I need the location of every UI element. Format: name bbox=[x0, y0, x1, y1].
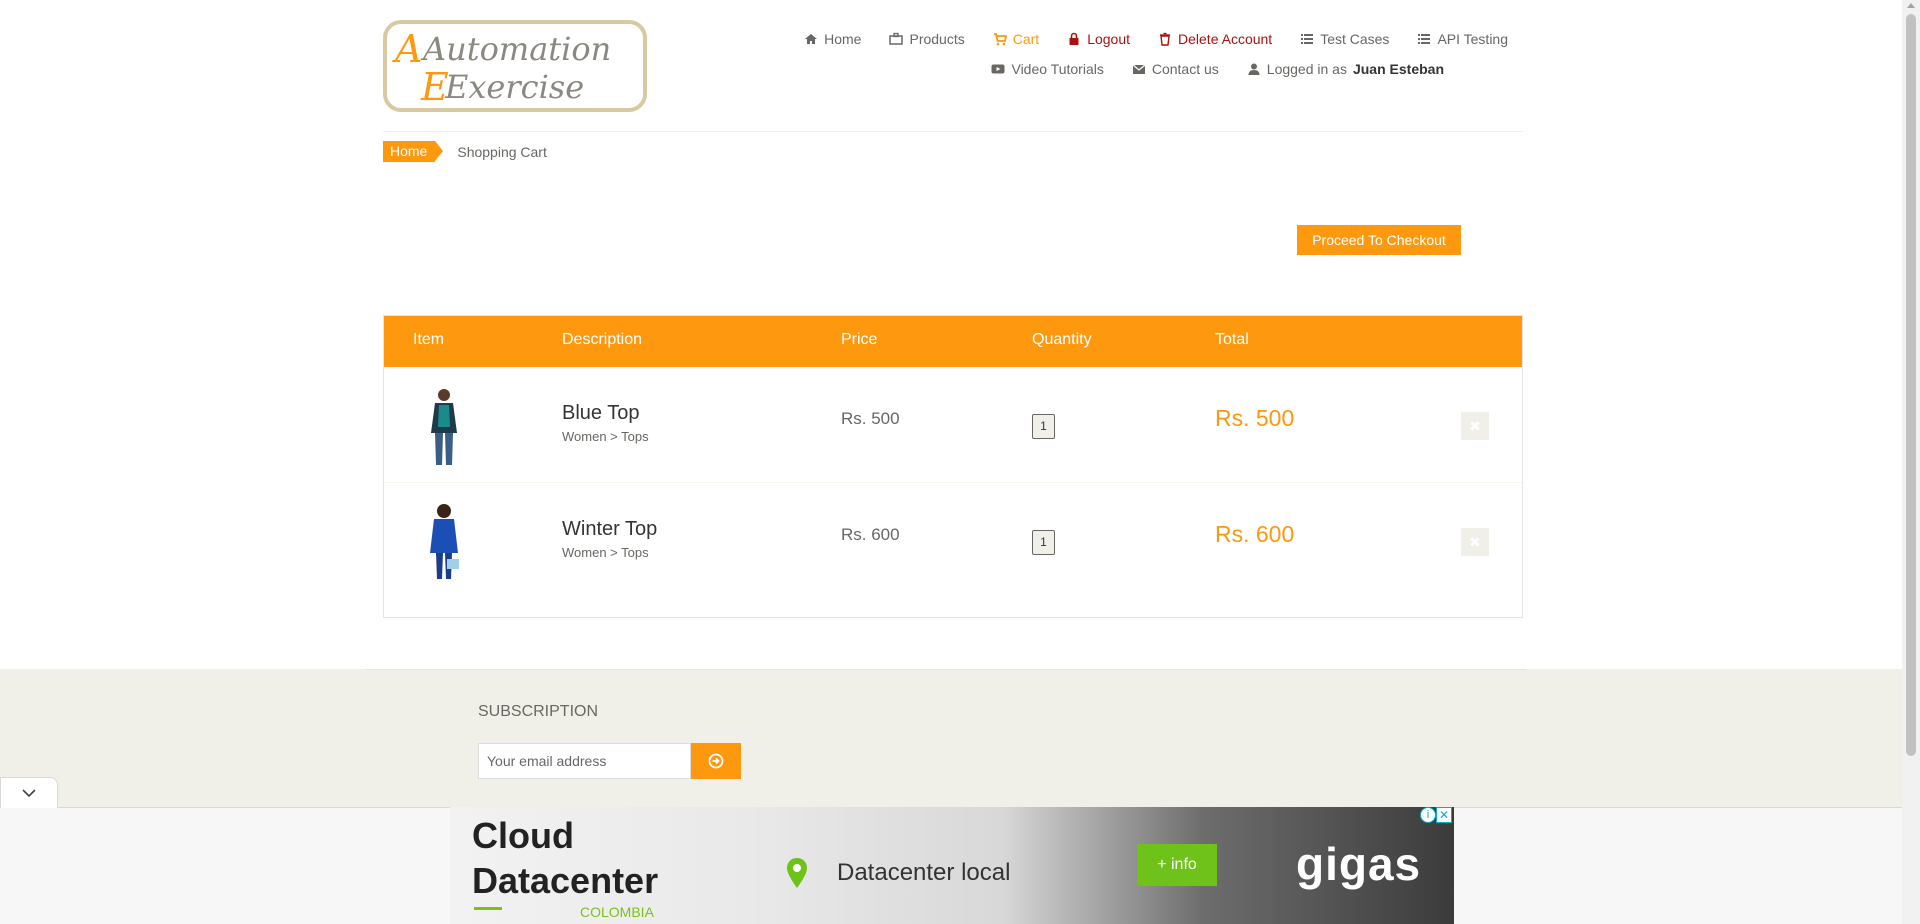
product-image[interactable] bbox=[414, 501, 474, 583]
logo-text-line1: Automation bbox=[420, 30, 611, 68]
subscription-email-input[interactable] bbox=[478, 743, 691, 779]
product-quantity: 1 bbox=[1032, 414, 1055, 439]
nav-api-testing-label: API Testing bbox=[1437, 31, 1508, 47]
breadcrumb-current: Shopping Cart bbox=[457, 143, 547, 160]
chevron-down-icon bbox=[22, 789, 36, 798]
list-icon bbox=[1301, 34, 1314, 44]
product-quantity: 1 bbox=[1032, 530, 1055, 555]
logo-letter-a: A bbox=[392, 27, 422, 71]
ad-banner[interactable]: Cloud Datacenter COLOMBIA Datacenter loc… bbox=[450, 807, 1454, 924]
breadcrumb: Home Shopping Cart bbox=[383, 141, 547, 162]
nav-contact-us[interactable]: Contact us bbox=[1132, 60, 1219, 78]
product-category: Women > Tops bbox=[562, 429, 649, 444]
product-price: Rs. 500 bbox=[841, 409, 900, 428]
nav-logout[interactable]: Logout bbox=[1067, 30, 1130, 48]
nav-test-cases[interactable]: Test Cases bbox=[1300, 30, 1389, 48]
nav-products[interactable]: Products bbox=[889, 30, 965, 48]
nav-row-primary: Home Products Cart Logout Delete Account… bbox=[804, 30, 1508, 48]
nav-cart-label: Cart bbox=[1012, 31, 1040, 47]
user-icon bbox=[1248, 63, 1260, 75]
header-total: Total bbox=[1215, 331, 1249, 348]
subscription-title: SUBSCRIPTION bbox=[478, 703, 599, 720]
scrollbar-thumb[interactable] bbox=[1906, 14, 1916, 756]
header-divider bbox=[383, 131, 1523, 132]
product-total: Rs. 600 bbox=[1215, 521, 1295, 547]
proceed-to-checkout-button[interactable]: Proceed To Checkout bbox=[1297, 225, 1461, 255]
ad-country: COLOMBIA bbox=[580, 904, 654, 920]
nav-logged-in: Logged in as Juan Esteban bbox=[1247, 60, 1444, 78]
product-name[interactable]: Blue Top bbox=[562, 402, 639, 425]
arrow-circle-right-icon bbox=[708, 753, 724, 769]
map-pin-icon bbox=[787, 858, 807, 888]
nav-video-tutorials-label: Video Tutorials bbox=[1011, 61, 1104, 77]
header-price: Price bbox=[841, 331, 878, 348]
main-nav: Home Products Cart Logout Delete Account… bbox=[804, 30, 1508, 78]
ad-accent-line bbox=[474, 907, 502, 910]
cart-table: Item Description Price Quantity Total Bl… bbox=[383, 315, 1523, 618]
ad-title: Cloud Datacenter bbox=[472, 813, 658, 903]
product-image[interactable] bbox=[414, 385, 474, 467]
ad-choices-icon[interactable]: i bbox=[1420, 807, 1436, 823]
trash-icon bbox=[1160, 32, 1171, 46]
nav-contact-us-label: Contact us bbox=[1151, 61, 1219, 77]
vertical-scrollbar[interactable] bbox=[1902, 0, 1920, 924]
breadcrumb-home-link[interactable]: Home bbox=[383, 141, 444, 162]
ad-title-line2: Datacenter bbox=[472, 860, 659, 901]
cart-table-header: Item Description Price Quantity Total bbox=[384, 316, 1522, 367]
header-description: Description bbox=[562, 331, 643, 348]
home-icon bbox=[805, 34, 818, 44]
nav-test-cases-label: Test Cases bbox=[1320, 31, 1390, 47]
nav-row-secondary: Video Tutorials Contact us Logged in as … bbox=[804, 60, 1444, 78]
ad-info-button[interactable]: + info bbox=[1137, 844, 1217, 886]
nav-delete-account-label: Delete Account bbox=[1178, 31, 1273, 47]
close-icon: ✖ bbox=[1469, 534, 1481, 550]
nav-home-label: Home bbox=[824, 31, 862, 47]
shopping-cart-icon bbox=[993, 33, 1007, 46]
nav-logout-label: Logout bbox=[1087, 31, 1131, 47]
list-icon bbox=[1418, 34, 1431, 44]
cart-row: Blue Top Women > Tops Rs. 500 1 Rs. 500 … bbox=[384, 367, 1522, 483]
logo-text-line2: Exercise bbox=[444, 68, 584, 106]
footer-divider bbox=[366, 669, 1526, 670]
nav-api-testing[interactable]: API Testing bbox=[1417, 30, 1508, 48]
nav-home[interactable]: Home bbox=[804, 30, 861, 48]
nav-delete-account[interactable]: Delete Account bbox=[1158, 30, 1272, 48]
product-price: Rs. 600 bbox=[841, 525, 900, 544]
page: A Automation E Exercise Home Products Ca… bbox=[0, 0, 1920, 924]
ad-close-icon[interactable]: ✕ bbox=[1436, 807, 1452, 823]
product-category: Women > Tops bbox=[562, 545, 649, 560]
briefcase-icon bbox=[889, 32, 904, 45]
nav-logged-in-label: Logged in as bbox=[1266, 61, 1347, 77]
delete-item-button[interactable]: ✖ bbox=[1461, 412, 1489, 440]
header-item: Item bbox=[413, 331, 445, 348]
site-logo[interactable]: A Automation E Exercise bbox=[383, 20, 647, 112]
ad-location-text: Datacenter local bbox=[837, 859, 1011, 886]
envelope-icon bbox=[1132, 64, 1146, 74]
nav-cart[interactable]: Cart bbox=[993, 30, 1039, 48]
ad-collapse-toggle[interactable] bbox=[0, 777, 58, 808]
ad-brand-logo: gigas bbox=[1296, 838, 1422, 890]
subscribe-button[interactable] bbox=[691, 743, 741, 779]
cart-row: Winter Top Women > Tops Rs. 600 1 Rs. 60… bbox=[384, 483, 1522, 599]
logged-in-username: Juan Esteban bbox=[1352, 61, 1444, 77]
delete-item-button[interactable]: ✖ bbox=[1461, 528, 1489, 556]
product-total: Rs. 500 bbox=[1215, 405, 1295, 431]
ad-title-line1: Cloud bbox=[472, 815, 574, 856]
nav-video-tutorials[interactable]: Video Tutorials bbox=[991, 60, 1104, 78]
header-quantity: Quantity bbox=[1032, 331, 1092, 348]
youtube-play-icon bbox=[991, 64, 1005, 74]
product-name[interactable]: Winter Top bbox=[562, 518, 657, 541]
nav-products-label: Products bbox=[909, 31, 965, 47]
logo-graphic: A Automation E Exercise bbox=[392, 27, 611, 108]
close-icon: ✖ bbox=[1469, 418, 1481, 434]
scroll-up-arrow-icon[interactable] bbox=[1907, 3, 1915, 8]
lock-icon bbox=[1069, 32, 1079, 45]
